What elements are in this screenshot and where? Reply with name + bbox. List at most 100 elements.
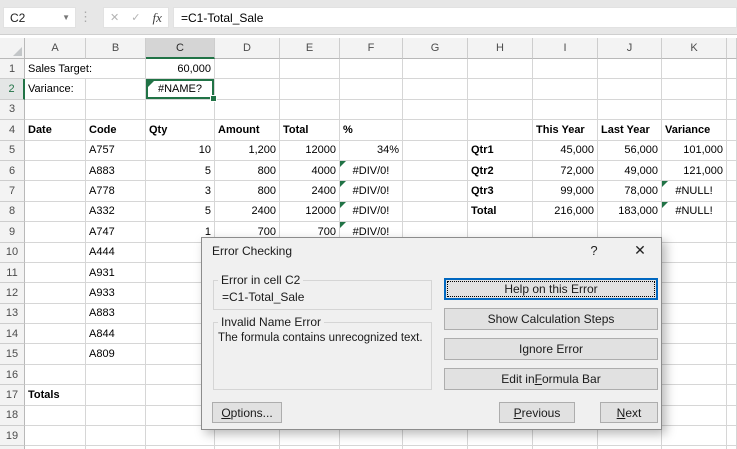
cell-A10[interactable] bbox=[25, 242, 86, 263]
row-header-8[interactable]: 8 bbox=[0, 201, 25, 223]
cell-D5[interactable]: 1,200 bbox=[215, 140, 280, 161]
cell-J1[interactable] bbox=[598, 59, 662, 80]
cell-D2[interactable] bbox=[215, 79, 280, 100]
cell-F5[interactable]: 34% bbox=[340, 140, 403, 161]
row-header-6[interactable]: 6 bbox=[0, 160, 25, 182]
cell-D4[interactable]: Amount bbox=[215, 120, 280, 141]
row-header-12[interactable]: 12 bbox=[0, 283, 25, 304]
cell-F6[interactable]: #DIV/0! bbox=[340, 160, 403, 182]
cell-A6[interactable] bbox=[25, 160, 86, 182]
cell-A7[interactable] bbox=[25, 181, 86, 202]
formula-input[interactable]: =C1-Total_Sale bbox=[173, 7, 737, 28]
cell-E3[interactable] bbox=[280, 99, 340, 121]
cell-I8[interactable]: 216,000 bbox=[533, 201, 598, 223]
cell-J6[interactable]: 49,000 bbox=[598, 160, 662, 182]
row-header-9[interactable]: 9 bbox=[0, 222, 25, 243]
cell-J4[interactable]: Last Year bbox=[598, 120, 662, 141]
cell-H7[interactable]: Qtr3 bbox=[468, 181, 533, 202]
cell-H2[interactable] bbox=[468, 79, 533, 100]
cell-K9[interactable] bbox=[662, 222, 727, 243]
show-calculation-steps-button[interactable]: Show Calculation Steps bbox=[444, 308, 658, 330]
row-header-3[interactable]: 3 bbox=[0, 99, 25, 121]
cell-C2[interactable]: #NAME? bbox=[146, 79, 217, 103]
cell-F2[interactable] bbox=[340, 79, 403, 100]
cell-E6[interactable]: 4000 bbox=[280, 160, 340, 182]
cell-J7[interactable]: 78,000 bbox=[598, 181, 662, 202]
cell-C7[interactable]: 3 bbox=[146, 181, 215, 202]
cell-K15[interactable] bbox=[662, 344, 727, 365]
cell-B16[interactable] bbox=[86, 364, 146, 386]
cell-J3[interactable] bbox=[598, 99, 662, 121]
cell-B10[interactable]: A444 bbox=[86, 242, 146, 263]
cell-H8[interactable]: Total bbox=[468, 201, 533, 223]
cell-B2[interactable] bbox=[86, 79, 146, 100]
column-header-D[interactable]: D bbox=[215, 38, 280, 59]
cell-G8[interactable] bbox=[403, 201, 468, 223]
cell-I6[interactable]: 72,000 bbox=[533, 160, 598, 182]
cell-B18[interactable] bbox=[86, 405, 146, 427]
cell-G3[interactable] bbox=[403, 99, 468, 121]
help-on-this-error-button[interactable]: Help on this Error bbox=[444, 278, 658, 300]
row-header-17[interactable]: 17 bbox=[0, 385, 25, 406]
column-header-G[interactable]: G bbox=[403, 38, 468, 59]
cell-D8[interactable]: 2400 bbox=[215, 201, 280, 223]
select-all-corner[interactable] bbox=[0, 38, 25, 59]
cell-K5[interactable]: 101,000 bbox=[662, 140, 727, 161]
cell-A5[interactable] bbox=[25, 140, 86, 161]
cell-A3[interactable] bbox=[25, 99, 86, 121]
cell-A13[interactable] bbox=[25, 303, 86, 325]
row-header-15[interactable]: 15 bbox=[0, 344, 25, 365]
cell-D7[interactable]: 800 bbox=[215, 181, 280, 202]
cell-E1[interactable] bbox=[280, 59, 340, 80]
cell-E2[interactable] bbox=[280, 79, 340, 100]
cell-B15[interactable]: A809 bbox=[86, 344, 146, 365]
cell-H5[interactable]: Qtr1 bbox=[468, 140, 533, 161]
cell-B8[interactable]: A332 bbox=[86, 201, 146, 223]
cell-K8[interactable]: #NULL! bbox=[662, 201, 727, 223]
cell-F8[interactable]: #DIV/0! bbox=[340, 201, 403, 223]
column-header-K[interactable]: K bbox=[662, 38, 727, 59]
cell-E8[interactable]: 12000 bbox=[280, 201, 340, 223]
cell-A4[interactable]: Date bbox=[25, 120, 86, 141]
cell-I5[interactable]: 45,000 bbox=[533, 140, 598, 161]
cell-K19[interactable] bbox=[662, 426, 727, 447]
cell-K1[interactable] bbox=[662, 59, 727, 80]
cell-D6[interactable]: 800 bbox=[215, 160, 280, 182]
row-header-2[interactable]: 2 bbox=[0, 79, 25, 100]
cell-G4[interactable] bbox=[403, 120, 468, 141]
column-header-J[interactable]: J bbox=[598, 38, 662, 59]
cell-J2[interactable] bbox=[598, 79, 662, 100]
row-header-14[interactable]: 14 bbox=[0, 324, 25, 345]
cell-H4[interactable] bbox=[468, 120, 533, 141]
name-box[interactable]: C2 ▼ bbox=[3, 7, 76, 28]
cell-A2[interactable]: Variance: bbox=[25, 79, 86, 100]
row-header-13[interactable]: 13 bbox=[0, 303, 25, 325]
insert-function-icon[interactable]: fx bbox=[153, 10, 162, 26]
cell-B5[interactable]: A757 bbox=[86, 140, 146, 161]
cell-K16[interactable] bbox=[662, 364, 727, 386]
row-header-4[interactable]: 4 bbox=[0, 120, 25, 141]
cell-C3[interactable] bbox=[146, 99, 215, 121]
ignore-error-button[interactable]: Ignore Error bbox=[444, 338, 658, 360]
cell-F7[interactable]: #DIV/0! bbox=[340, 181, 403, 202]
cell-I7[interactable]: 99,000 bbox=[533, 181, 598, 202]
cell-A8[interactable] bbox=[25, 201, 86, 223]
cell-B14[interactable]: A844 bbox=[86, 324, 146, 345]
cell-I1[interactable] bbox=[533, 59, 598, 80]
cell-G5[interactable] bbox=[403, 140, 468, 161]
cell-K12[interactable] bbox=[662, 283, 727, 304]
cell-B19[interactable] bbox=[86, 426, 146, 447]
cell-A15[interactable] bbox=[25, 344, 86, 365]
cell-K6[interactable]: 121,000 bbox=[662, 160, 727, 182]
cell-C8[interactable]: 5 bbox=[146, 201, 215, 223]
cell-A17[interactable]: Totals bbox=[25, 385, 86, 406]
row-header-5[interactable]: 5 bbox=[0, 140, 25, 161]
column-header-F[interactable]: F bbox=[340, 38, 403, 59]
column-header-C[interactable]: C bbox=[146, 38, 215, 59]
cell-H6[interactable]: Qtr2 bbox=[468, 160, 533, 182]
cell-K14[interactable] bbox=[662, 324, 727, 345]
cell-D1[interactable] bbox=[215, 59, 280, 80]
cell-H3[interactable] bbox=[468, 99, 533, 121]
row-header-16[interactable]: 16 bbox=[0, 364, 25, 386]
cancel-icon[interactable]: ✕ bbox=[110, 11, 119, 24]
